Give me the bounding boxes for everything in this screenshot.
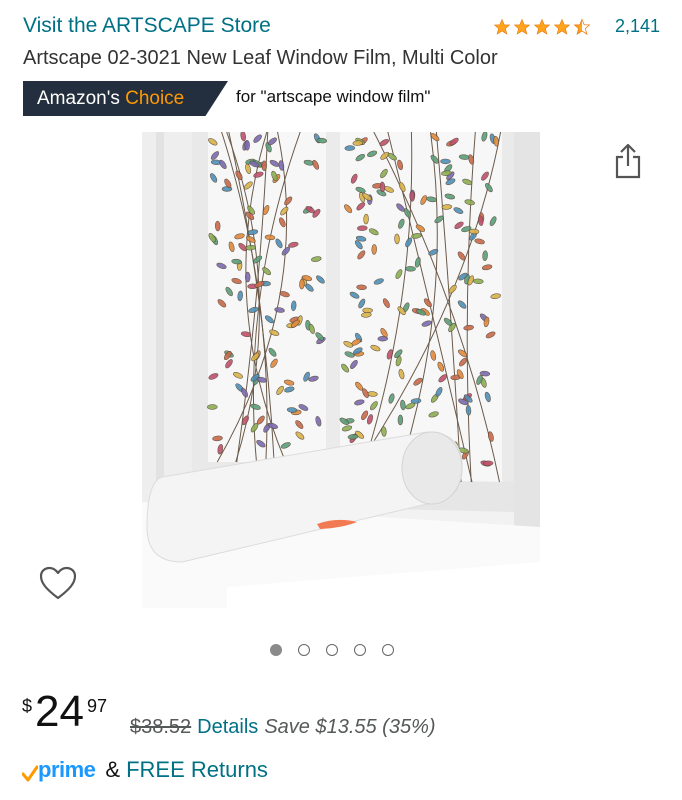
star-icon bbox=[553, 18, 571, 35]
prime-delivery: prime & FREE Returns bbox=[22, 757, 268, 783]
choice-prefix: Amazon's bbox=[37, 88, 126, 109]
carousel-dot[interactable] bbox=[326, 644, 338, 656]
free-returns-link[interactable]: FREE Returns bbox=[126, 757, 268, 783]
rating[interactable]: 2,141 bbox=[493, 16, 660, 37]
details-link[interactable]: Details bbox=[197, 716, 258, 739]
price-fraction: 97 bbox=[86, 696, 107, 716]
star-rating bbox=[493, 18, 591, 36]
choice-highlight: Choice bbox=[125, 88, 185, 109]
price: $ 24 97 bbox=[22, 690, 107, 734]
product-title: Artscape 02-3021 New Leaf Window Film, M… bbox=[23, 47, 498, 69]
list-price: $38.52 bbox=[130, 716, 192, 738]
prime-logo[interactable]: prime bbox=[22, 757, 96, 783]
star-icon bbox=[513, 18, 531, 35]
rating-count[interactable]: 2,141 bbox=[615, 16, 660, 37]
carousel-dot[interactable] bbox=[382, 644, 394, 656]
wishlist-button[interactable] bbox=[38, 565, 78, 601]
ampersand: & bbox=[105, 757, 121, 782]
prime-check-icon bbox=[22, 765, 38, 782]
price-whole: 24 bbox=[35, 687, 84, 736]
share-icon bbox=[615, 143, 641, 179]
choice-query: for "artscape window film" bbox=[236, 87, 431, 106]
store-link[interactable]: Visit the ARTSCAPE Store bbox=[23, 14, 271, 38]
half-star-icon bbox=[573, 18, 591, 35]
carousel-dot[interactable] bbox=[270, 644, 282, 656]
star-icon bbox=[533, 18, 551, 35]
price-symbol: $ bbox=[22, 696, 33, 716]
prime-label: prime bbox=[38, 757, 96, 782]
product-image[interactable] bbox=[142, 130, 540, 608]
carousel-dot[interactable] bbox=[354, 644, 366, 656]
carousel-indicators bbox=[270, 644, 394, 656]
carousel-dot[interactable] bbox=[298, 644, 310, 656]
price-details: $38.52 Details Save $13.55 (35%) bbox=[130, 716, 436, 739]
amazons-choice-badge: Amazon's Choice bbox=[23, 81, 228, 116]
heart-icon bbox=[39, 566, 77, 600]
share-button[interactable] bbox=[612, 142, 644, 180]
savings-text: Save $13.55 (35%) bbox=[264, 716, 436, 738]
star-icon bbox=[493, 18, 511, 35]
